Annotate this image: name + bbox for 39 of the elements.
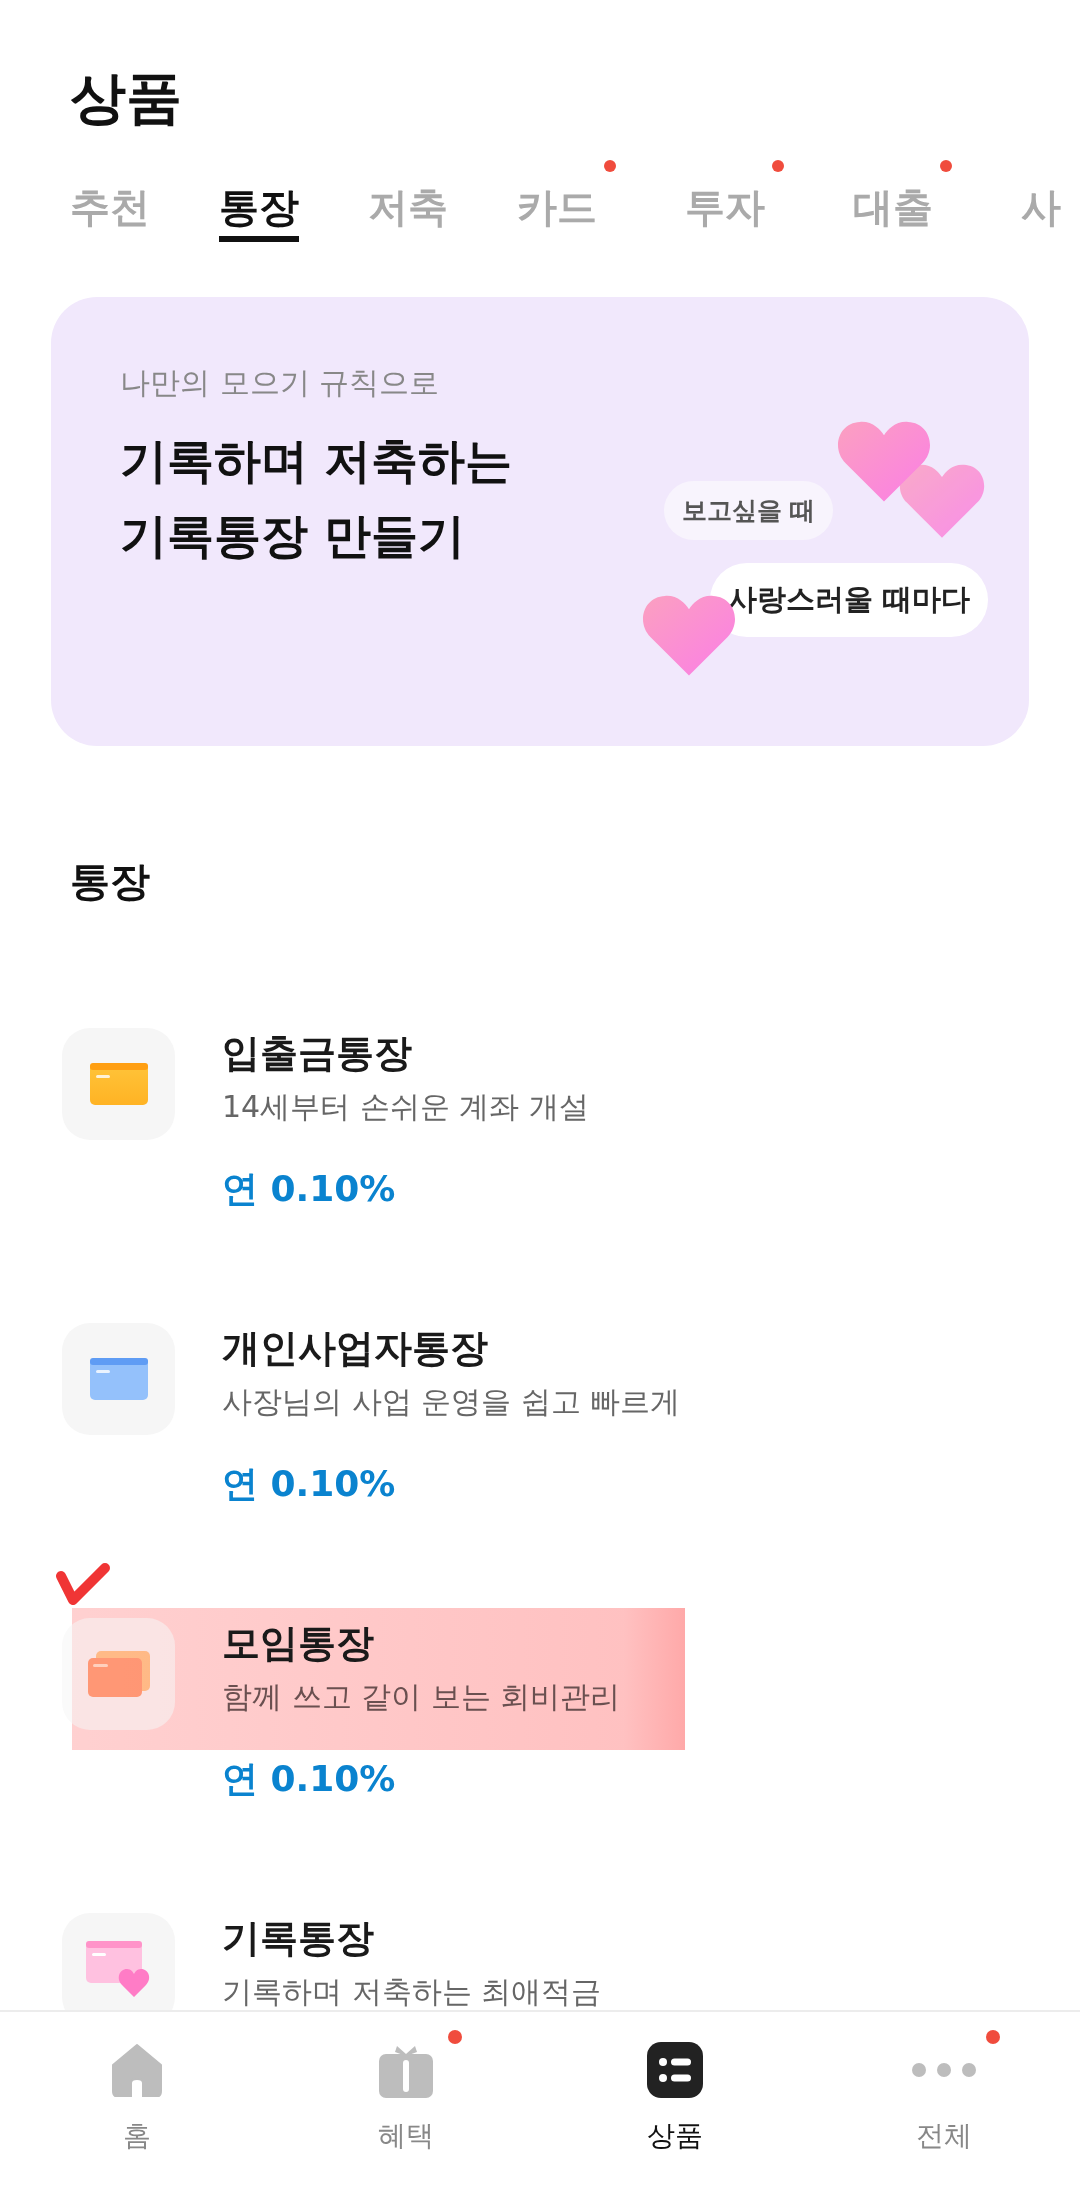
- card-heart-icon: [85, 1941, 152, 1997]
- product-name[interactable]: 입출금통장: [222, 1028, 412, 1078]
- home-icon: [110, 2043, 163, 2097]
- speech-bubble: 보고싶을 때: [664, 481, 833, 540]
- interest-rate: 연 0.10%: [222, 1757, 396, 1801]
- interest-rate: 연 0.10%: [222, 1462, 396, 1506]
- more-icon: [910, 2062, 977, 2078]
- nav-tab[interactable]: 홈: [2, 2012, 271, 2156]
- tab[interactable]: 사: [1021, 150, 1061, 250]
- interest-rate: 연 0.10%: [222, 1167, 396, 1211]
- product-name[interactable]: 개인사업자통장: [222, 1323, 488, 1373]
- product-description: 사장님의 사업 운영을 쉽고 빠르게: [222, 1383, 681, 1421]
- check-mark: [55, 1562, 111, 1608]
- section-title: 통장: [70, 857, 150, 906]
- nav-tab[interactable]: 상품: [540, 2012, 809, 2156]
- product-name[interactable]: 기록통장: [222, 1913, 374, 1963]
- product-name[interactable]: 모임통장: [222, 1618, 374, 1668]
- banner-subtitle: 나만의 모으기 규칙으로: [120, 364, 440, 402]
- heart-icon: [898, 463, 986, 538]
- list-icon: [646, 2042, 703, 2098]
- tab[interactable]: 대출: [853, 150, 952, 250]
- product-description: 14세부터 손쉬운 계좌 개설: [222, 1088, 589, 1126]
- speech-bubble: 사랑스러울 때마다: [710, 563, 988, 637]
- page-title: 상품: [70, 64, 182, 132]
- cards-icon: [87, 1651, 150, 1697]
- tab[interactable]: 추천: [70, 150, 150, 250]
- tab[interactable]: 카드: [517, 150, 616, 250]
- product-description: 기록하며 저축하는 최애적금: [222, 1973, 602, 2010]
- promo-banner[interactable]: 나만의 모으기 규칙으로 기록하며 저축하는 기록통장 만들기 보고싶을 때 사랑스러울 때마다: [51, 297, 1029, 746]
- banner-title: 기록통장 만들기: [120, 507, 466, 565]
- card-icon: [89, 1358, 148, 1400]
- tab[interactable]: 투자: [685, 150, 784, 250]
- nav-tab[interactable]: 혜택: [271, 2012, 540, 2156]
- tab[interactable]: 저축: [368, 150, 448, 250]
- nav-tab[interactable]: 전체: [809, 2012, 1078, 2156]
- card-icon: [89, 1063, 148, 1105]
- product-description: 함께 쓰고 같이 보는 회비관리: [222, 1678, 621, 1716]
- banner-title: 기록하며 저축하는: [120, 432, 513, 490]
- heart-icon: [836, 420, 932, 502]
